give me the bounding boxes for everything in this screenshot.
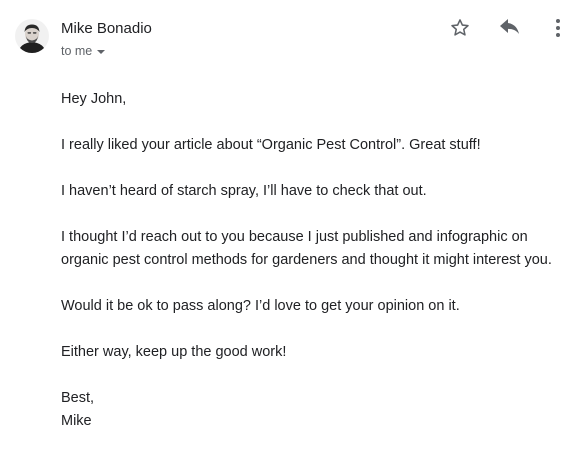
avatar[interactable] [15, 19, 49, 53]
body-paragraph-2: I haven’t heard of starch spray, I’ll ha… [61, 183, 427, 199]
message-body: Hey John, I really liked your article ab… [61, 88, 566, 433]
reply-arrow-icon [500, 19, 519, 34]
star-outline-icon [451, 19, 469, 36]
body-paragraph-3: I thought I’d reach out to you because I… [61, 229, 552, 268]
signature: Mike [61, 413, 92, 429]
body-paragraph-5: Either way, keep up the good work! [61, 344, 287, 360]
recipient-label: to me [61, 44, 93, 58]
body-paragraph-4: Would it be ok to pass along? I’d love t… [61, 298, 460, 314]
recipient-details-toggle[interactable]: to me [61, 43, 106, 59]
greeting: Hey John, [61, 91, 127, 107]
person-photo-avatar-icon [15, 19, 49, 53]
chevron-down-icon [97, 49, 106, 54]
body-paragraph-1: I really liked your article about “Organ… [61, 137, 481, 153]
sender-name[interactable]: Mike Bonadio [61, 19, 152, 38]
signoff: Best, [61, 390, 95, 406]
more-options-button[interactable] [550, 16, 566, 40]
vertical-dots-icon [556, 19, 560, 37]
reply-button[interactable] [497, 16, 523, 40]
star-button[interactable] [448, 16, 472, 40]
